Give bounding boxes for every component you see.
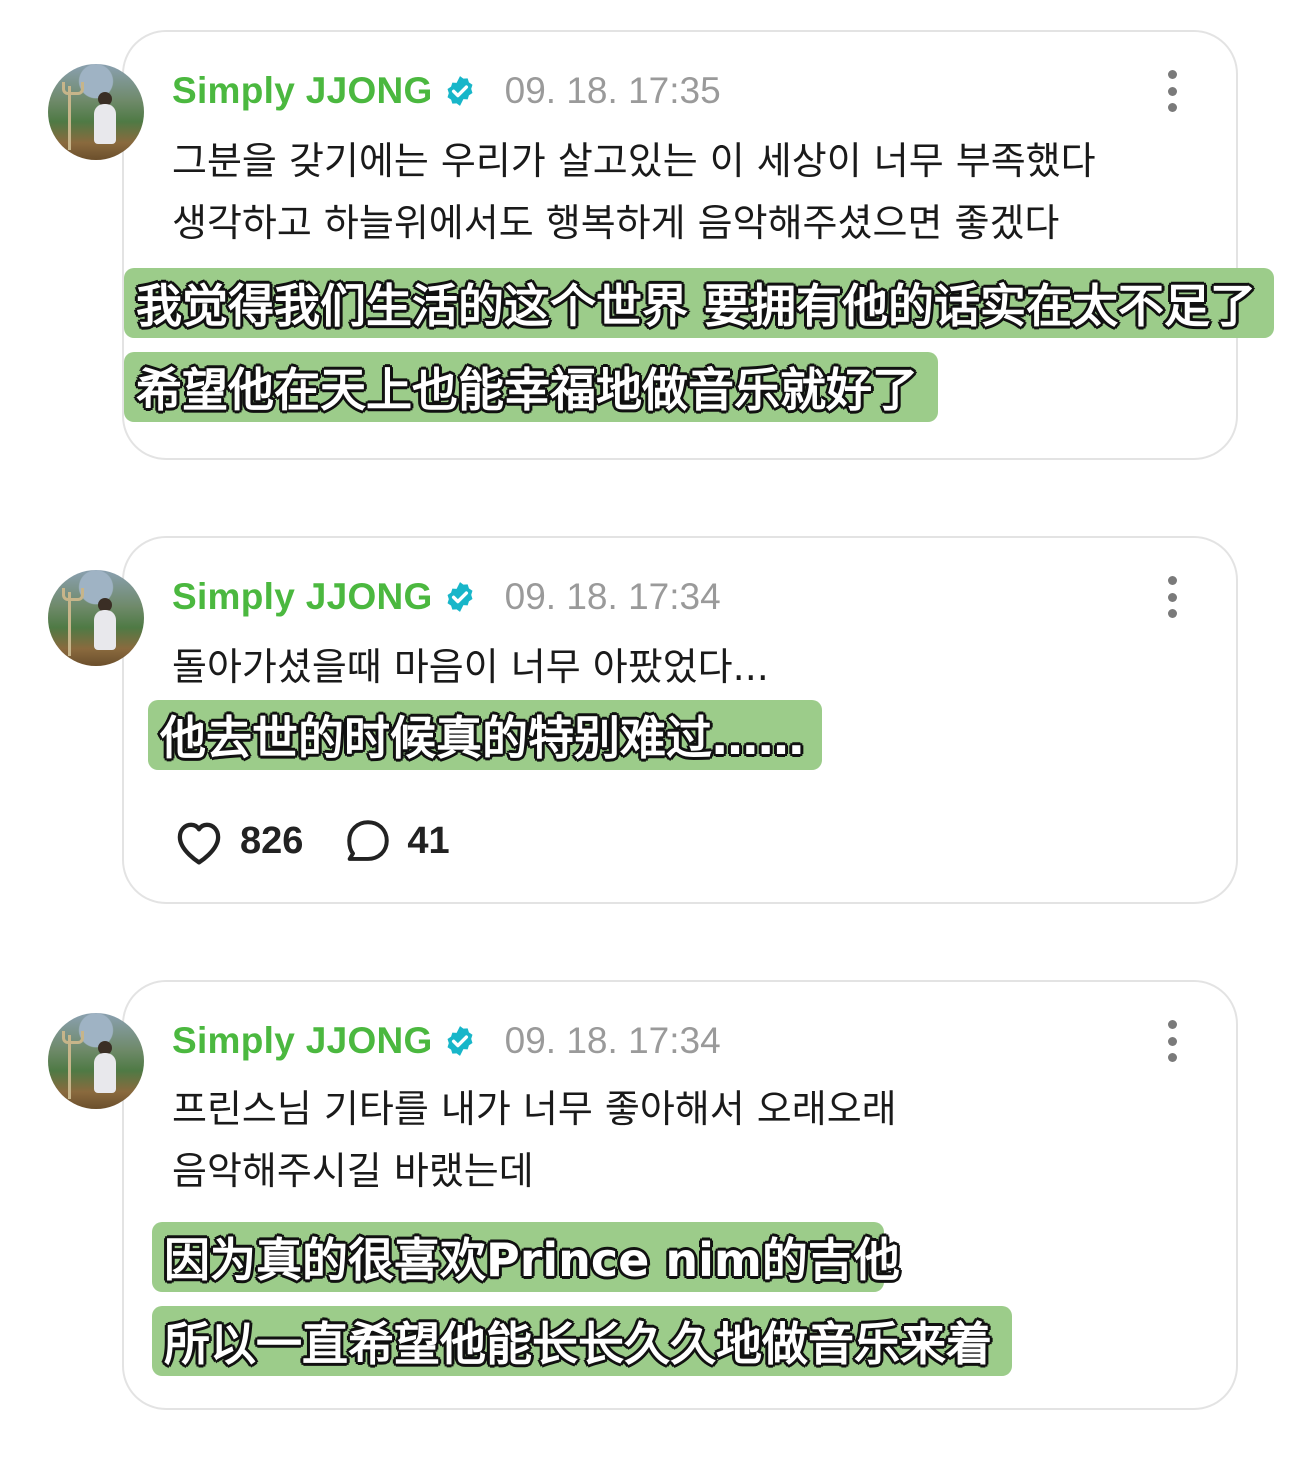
post-text-line: 돌아가셨을때 마음이 너무 아팠었다... xyxy=(172,645,769,689)
subtitle-caption: 所以一直希望他能长长久久地做音乐来着 xyxy=(152,1306,1012,1376)
avatar[interactable] xyxy=(48,1013,144,1109)
post-text-line: 프린스님 기타를 내가 너무 좋아해서 오래오래 xyxy=(172,1087,897,1131)
more-options-icon[interactable] xyxy=(1166,70,1178,112)
subtitle-caption: 因为真的很喜欢Prince nim的吉他 xyxy=(152,1222,900,1292)
comment-count: 41 xyxy=(407,819,450,862)
post-header: Simply JJONG 09. 18. 17:34 xyxy=(172,572,721,622)
post-text-line: 그분을 갖기에는 우리가 살고있는 이 세상이 너무 부족했다 xyxy=(172,139,1096,183)
more-options-icon[interactable] xyxy=(1166,1020,1178,1062)
author-name[interactable]: Simply JJONG xyxy=(172,70,433,112)
post-timestamp: 09. 18. 17:35 xyxy=(504,70,721,111)
verified-badge-icon xyxy=(447,582,473,612)
post-text-line: 생각하고 하늘위에서도 행복하게 음악해주셨으면 좋겠다 xyxy=(172,201,1060,245)
author-name[interactable]: Simply JJONG xyxy=(172,576,433,618)
post-timestamp: 09. 18. 17:34 xyxy=(504,1020,721,1061)
subtitle-caption: 他去世的时候真的特别难过…… xyxy=(148,700,822,770)
avatar[interactable] xyxy=(48,64,144,160)
subtitle-caption: 我觉得我们生活的这个世界 要拥有他的话实在太不足了 xyxy=(124,268,1274,338)
post-text-line: 음악해주시길 바랬는데 xyxy=(172,1149,534,1193)
verified-badge-icon xyxy=(447,1026,473,1056)
more-options-icon[interactable] xyxy=(1166,576,1178,618)
verified-badge-icon xyxy=(447,76,473,106)
avatar[interactable] xyxy=(48,570,144,666)
like-count: 826 xyxy=(240,819,304,862)
author-name[interactable]: Simply JJONG xyxy=(172,1020,433,1062)
post-timestamp: 09. 18. 17:34 xyxy=(504,576,721,617)
post-actions: 826 41 xyxy=(172,816,490,866)
subtitle-caption: 希望他在天上也能幸福地做音乐就好了 xyxy=(124,352,938,422)
comment-bubble-icon[interactable] xyxy=(343,817,393,865)
post-header: Simply JJONG 09. 18. 17:34 xyxy=(172,1016,721,1066)
like-heart-icon[interactable] xyxy=(172,816,226,866)
post-header: Simply JJONG 09. 18. 17:35 xyxy=(172,66,721,116)
